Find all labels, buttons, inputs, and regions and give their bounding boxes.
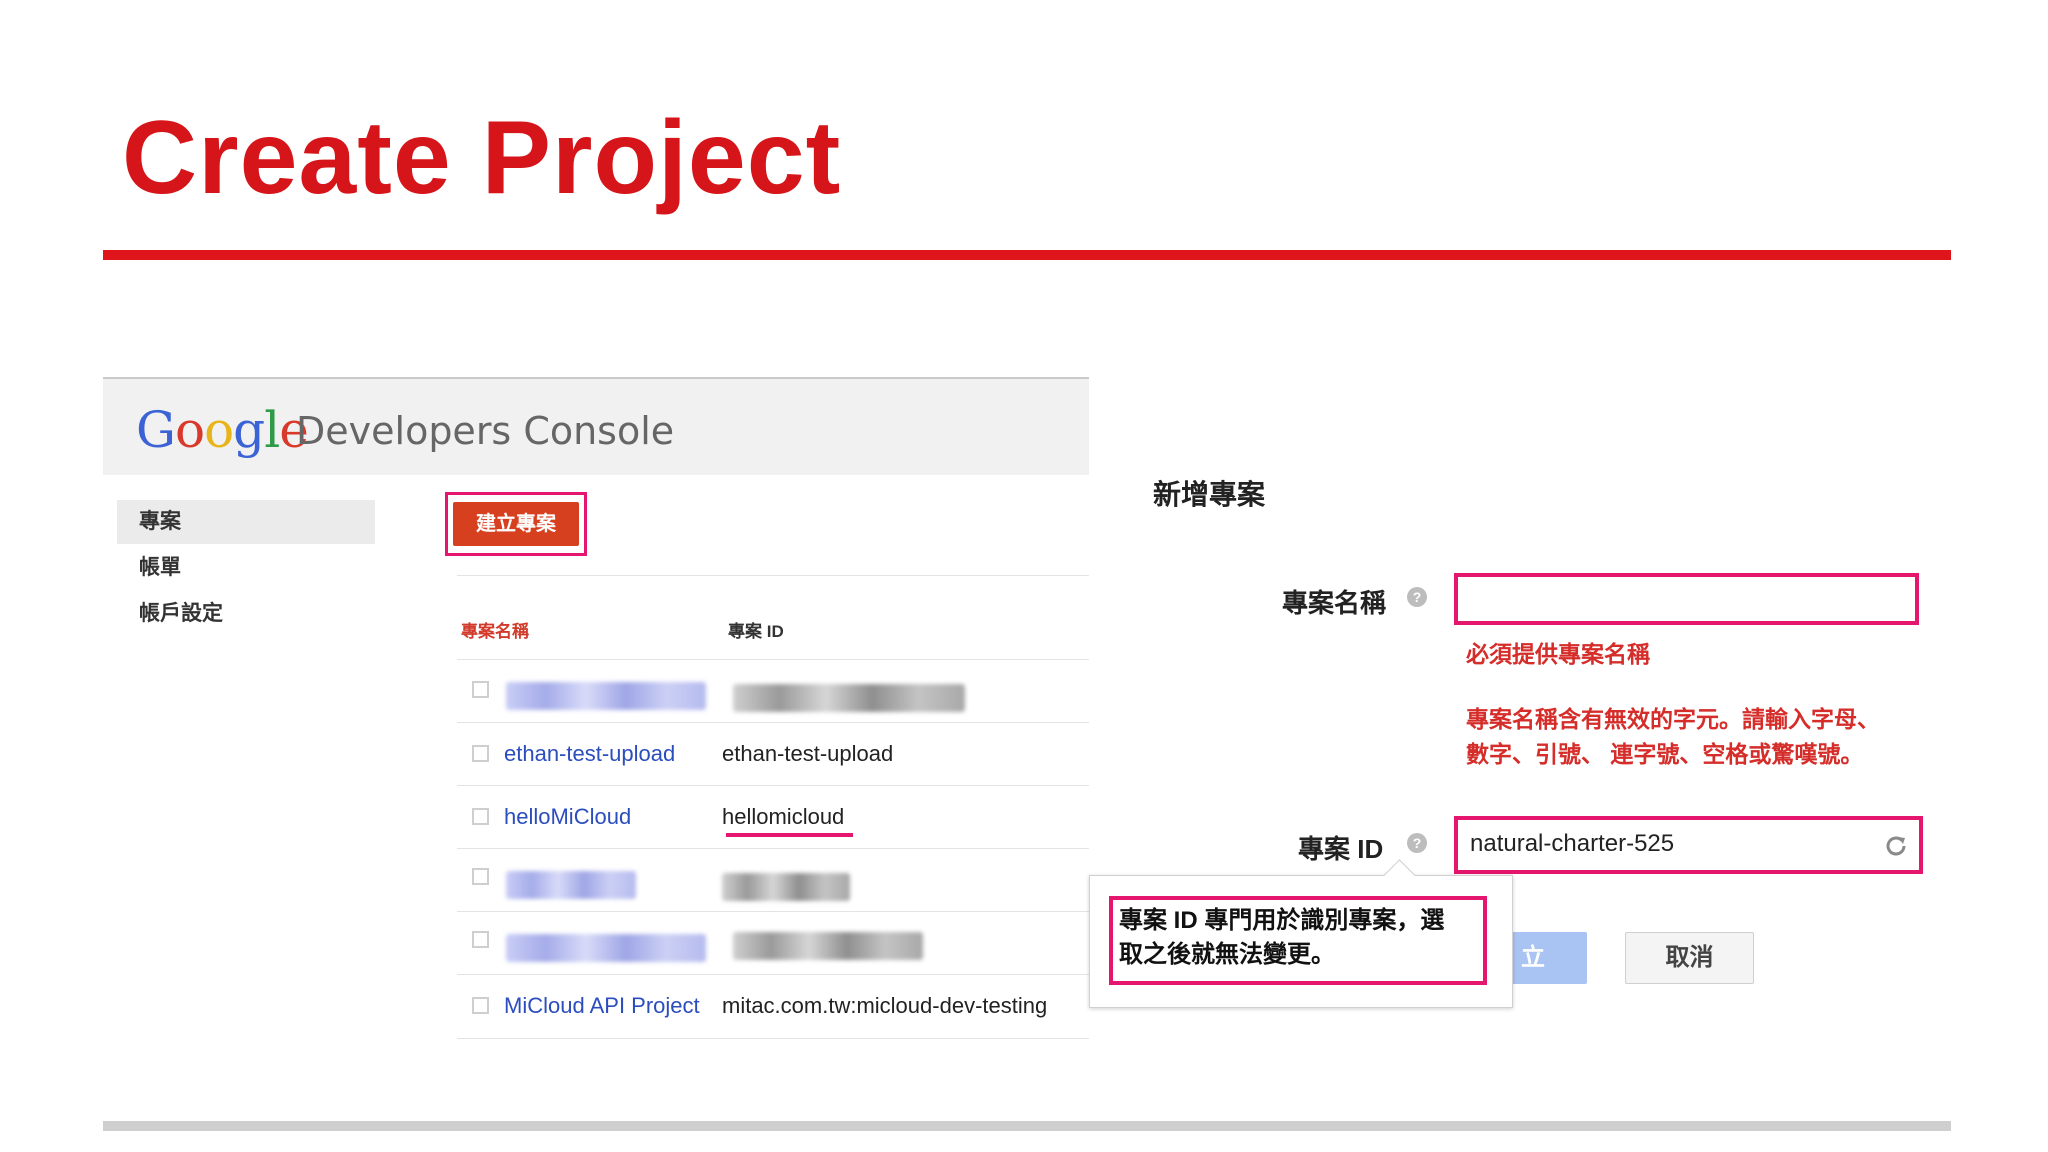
redacted-project-name xyxy=(506,871,636,899)
table-row[interactable] xyxy=(350,662,986,724)
tooltip-arrow xyxy=(1383,859,1416,892)
logo-letter: o xyxy=(204,401,234,459)
tooltip-line: 取之後就無法變更。 xyxy=(1119,941,1335,968)
refresh-icon[interactable] xyxy=(1883,833,1909,859)
sidebar-item-projects[interactable]: 專案 xyxy=(117,500,375,544)
redacted-project-name xyxy=(506,682,706,710)
redacted-project-id xyxy=(733,932,923,960)
logo-letter: G xyxy=(136,401,176,459)
project-name-label: 專案名稱 xyxy=(1282,588,1387,618)
row-checkbox[interactable] xyxy=(472,997,489,1014)
title-rule xyxy=(103,250,1951,260)
row-checkbox[interactable] xyxy=(472,931,489,948)
create-project-button[interactable]: 建立專案 xyxy=(453,502,579,546)
column-header-project-id[interactable]: 專案 ID xyxy=(728,617,784,642)
project-id-tooltip: 專案 ID 專門用於識別專案，選 取之後就無法變更。 xyxy=(1089,859,1513,1008)
project-name-link[interactable]: ethan-test-upload xyxy=(504,741,675,767)
project-name-input[interactable] xyxy=(1454,573,1919,625)
create-project-button-highlight: 建立專案 xyxy=(445,492,587,556)
divider xyxy=(457,659,1089,660)
redacted-project-name xyxy=(506,934,706,962)
row-checkbox[interactable] xyxy=(472,868,489,885)
project-id-text: hellomicloud xyxy=(722,804,845,829)
project-id-value: natural-charter-525 xyxy=(1470,830,1675,857)
table-row[interactable]: MiCloud API Project mitac.com.tw:micloud… xyxy=(350,975,1047,1037)
error-name-required: 必須提供專案名稱 xyxy=(1466,641,1650,667)
help-icon[interactable]: ? xyxy=(1407,587,1427,607)
project-id-text: ethan-test-upload xyxy=(722,741,894,766)
divider xyxy=(457,575,1089,576)
project-id-text: mitac.com.tw:micloud-dev-testing xyxy=(722,993,1048,1018)
tooltip-text-highlight: 專案 ID 專門用於識別專案，選 取之後就無法變更。 xyxy=(1109,896,1487,985)
logo-letter: g xyxy=(233,401,265,459)
sidebar-item-account-settings[interactable]: 帳戶設定 xyxy=(117,592,375,636)
tooltip-line: 專案 ID 專門用於識別專案，選 xyxy=(1119,907,1445,934)
redacted-project-id xyxy=(733,684,965,712)
error-invalid-chars-line2: 數字、引號、 連字號、空格或驚嘆號。 xyxy=(1466,741,1864,767)
console-header: Google Developers Console xyxy=(103,377,1089,475)
column-header-project-name[interactable]: 專案名稱 xyxy=(461,617,529,642)
bottom-rule xyxy=(103,1121,1951,1131)
error-invalid-chars-line1: 專案名稱含有無效的字元。請輸入字母、 xyxy=(1466,706,1880,732)
project-id-input[interactable]: natural-charter-525 xyxy=(1454,816,1923,874)
logo-letter: o xyxy=(174,401,205,459)
table-row[interactable]: helloMiCloud hellomicloud xyxy=(350,786,986,848)
row-checkbox[interactable] xyxy=(472,681,489,698)
console-title: Developers Console xyxy=(296,409,675,453)
table-row[interactable] xyxy=(350,912,986,974)
table-row[interactable] xyxy=(350,849,986,911)
divider xyxy=(457,1038,1089,1039)
row-checkbox[interactable] xyxy=(472,745,489,762)
project-name-link[interactable]: helloMiCloud xyxy=(504,804,631,830)
google-logo[interactable]: Google xyxy=(136,401,309,459)
logo-letter: l xyxy=(264,401,280,459)
project-id-underline-highlight xyxy=(726,833,853,837)
project-name-link[interactable]: MiCloud API Project xyxy=(504,993,700,1019)
sidebar-item-billing[interactable]: 帳單 xyxy=(117,546,375,590)
redacted-project-id xyxy=(722,873,850,901)
new-project-title: 新增專案 xyxy=(1153,479,1266,510)
help-icon[interactable]: ? xyxy=(1407,833,1427,853)
table-row[interactable]: ethan-test-upload ethan-test-upload xyxy=(350,723,986,785)
cancel-button[interactable]: 取消 xyxy=(1625,932,1754,984)
project-id-label: 專案 ID xyxy=(1298,834,1384,864)
slide-title: Create Project xyxy=(122,100,842,216)
row-checkbox[interactable] xyxy=(472,808,489,825)
